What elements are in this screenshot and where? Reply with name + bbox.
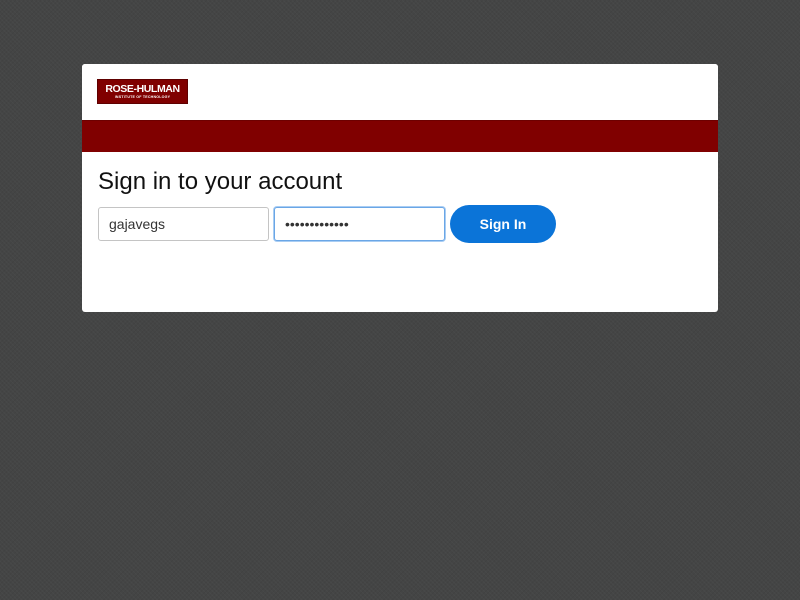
logo-name: ROSE-HULMAN [105, 83, 180, 95]
rose-hulman-logo: ROSE-HULMAN INSTITUTE OF TECHNOLOGY [97, 79, 188, 104]
password-input[interactable] [274, 207, 445, 241]
card-header: ROSE-HULMAN INSTITUTE OF TECHNOLOGY [82, 64, 718, 120]
username-input[interactable] [98, 207, 269, 241]
page-title: Sign in to your account [98, 168, 343, 195]
sign-in-button[interactable]: Sign In [450, 205, 556, 243]
brand-banner [82, 120, 718, 152]
logo-tagline: INSTITUTE OF TECHNOLOGY [114, 94, 171, 99]
login-card: ROSE-HULMAN INSTITUTE OF TECHNOLOGY Sign… [82, 64, 718, 312]
